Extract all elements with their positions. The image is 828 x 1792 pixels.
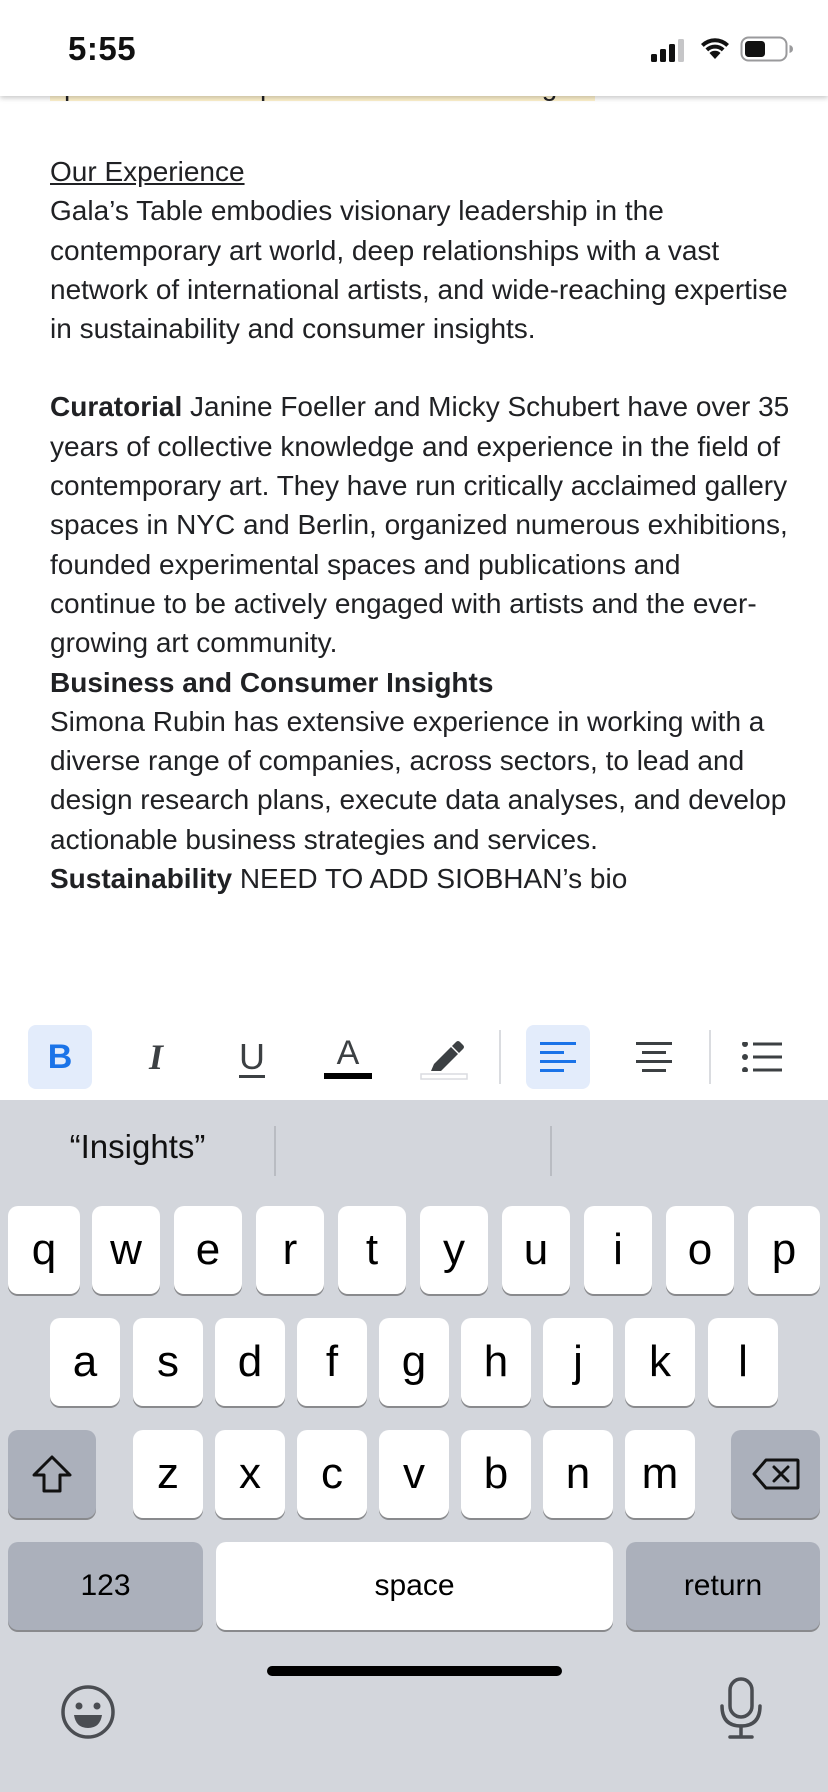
key-z[interactable]: z	[133, 1430, 203, 1518]
status-bar: 5:55	[0, 0, 828, 96]
experience-heading: Our Experience	[50, 156, 245, 187]
key-t[interactable]: t	[338, 1206, 406, 1294]
key-a[interactable]: a	[50, 1318, 120, 1406]
key-c[interactable]: c	[297, 1430, 367, 1518]
suggestion-3[interactable]	[552, 1122, 828, 1172]
emoji-icon	[61, 1685, 115, 1739]
suggestion-2[interactable]	[276, 1122, 550, 1172]
bold-button[interactable]: B	[28, 1025, 92, 1089]
document-canvas[interactable]: specific social impact themes or challen…	[0, 0, 828, 1000]
wifi-icon	[701, 38, 729, 59]
sustainability-text: NEED TO ADD SIOBHAN’s bio	[232, 863, 628, 895]
key-p[interactable]: p	[748, 1206, 820, 1294]
return-key[interactable]: return	[626, 1542, 820, 1630]
text-color-icon: A	[324, 1036, 372, 1079]
cellular-signal-icon	[651, 39, 684, 62]
key-j[interactable]: j	[543, 1318, 613, 1406]
key-g[interactable]: g	[379, 1318, 449, 1406]
sustainability-label: Sustainability	[50, 863, 233, 895]
key-b[interactable]: b	[461, 1430, 531, 1518]
business-heading: Business and Consumer Insights	[50, 666, 494, 698]
experience-section[interactable]: Our Experience Gala’s Table embodies vis…	[50, 152, 790, 898]
key-e[interactable]: e	[174, 1206, 242, 1294]
highlight-color-button[interactable]	[412, 1025, 476, 1089]
highlighter-icon	[420, 1041, 468, 1080]
key-u[interactable]: u	[502, 1206, 570, 1294]
suggestion-1[interactable]: “Insights”	[0, 1122, 275, 1172]
curatorial-paragraph: Curatorial Janine Foeller and Micky Schu…	[50, 387, 790, 662]
key-y[interactable]: y	[420, 1206, 488, 1294]
key-k[interactable]: k	[625, 1318, 695, 1406]
text-color-glyph: A	[336, 1033, 360, 1072]
align-center-icon	[636, 1042, 672, 1072]
sustainability-paragraph: Sustainability NEED TO ADD SIOBHAN’s bio	[50, 859, 790, 898]
key-i[interactable]: i	[584, 1206, 652, 1294]
numbers-key[interactable]: 123	[8, 1542, 203, 1630]
text-color-swatch	[324, 1072, 372, 1079]
key-o[interactable]: o	[666, 1206, 734, 1294]
curatorial-text: Janine Foeller and Micky Schubert have o…	[50, 391, 790, 659]
key-v[interactable]: v	[379, 1430, 449, 1518]
battery-icon	[740, 36, 793, 62]
curatorial-label: Curatorial	[50, 391, 183, 423]
key-q[interactable]: q	[8, 1206, 80, 1294]
on-screen-keyboard: “Insights” q w e r t y u i o p a s d f g…	[0, 1100, 828, 1792]
key-m[interactable]: m	[625, 1430, 695, 1518]
align-left-button[interactable]	[526, 1025, 590, 1089]
space-key[interactable]: space	[216, 1542, 613, 1630]
key-x[interactable]: x	[215, 1430, 285, 1518]
toolbar-divider	[709, 1030, 711, 1084]
experience-paragraph: Gala’s Table embodies visionary leadersh…	[50, 195, 788, 345]
business-paragraph: Simona Rubin has extensive experience in…	[50, 705, 787, 855]
home-indicator[interactable]	[267, 1666, 562, 1676]
bulleted-list-icon	[742, 1042, 782, 1072]
italic-button[interactable]: I	[124, 1025, 188, 1089]
microphone-icon	[720, 1677, 762, 1739]
key-w[interactable]: w	[92, 1206, 160, 1294]
shift-icon	[32, 1455, 72, 1493]
text-color-button[interactable]: A	[316, 1025, 380, 1089]
bold-icon: B	[47, 1037, 73, 1076]
align-center-button[interactable]	[622, 1025, 686, 1089]
backspace-icon	[752, 1458, 799, 1490]
align-left-icon	[540, 1042, 576, 1072]
format-toolbar: B I U A	[0, 1016, 828, 1100]
key-r[interactable]: r	[256, 1206, 324, 1294]
key-l[interactable]: l	[708, 1318, 778, 1406]
emoji-button[interactable]	[58, 1682, 118, 1742]
toolbar-divider	[499, 1030, 501, 1084]
key-f[interactable]: f	[297, 1318, 367, 1406]
bulleted-list-button[interactable]	[730, 1025, 794, 1089]
key-h[interactable]: h	[461, 1318, 531, 1406]
key-n[interactable]: n	[543, 1430, 613, 1518]
dictation-button[interactable]	[718, 1676, 764, 1742]
backspace-key[interactable]	[731, 1430, 820, 1518]
underline-button[interactable]: U	[220, 1025, 284, 1089]
shift-key[interactable]	[8, 1430, 96, 1518]
italic-icon: I	[148, 1037, 163, 1077]
key-s[interactable]: s	[133, 1318, 203, 1406]
underline-icon: U	[239, 1036, 265, 1077]
status-time: 5:55	[68, 30, 137, 67]
key-d[interactable]: d	[215, 1318, 285, 1406]
